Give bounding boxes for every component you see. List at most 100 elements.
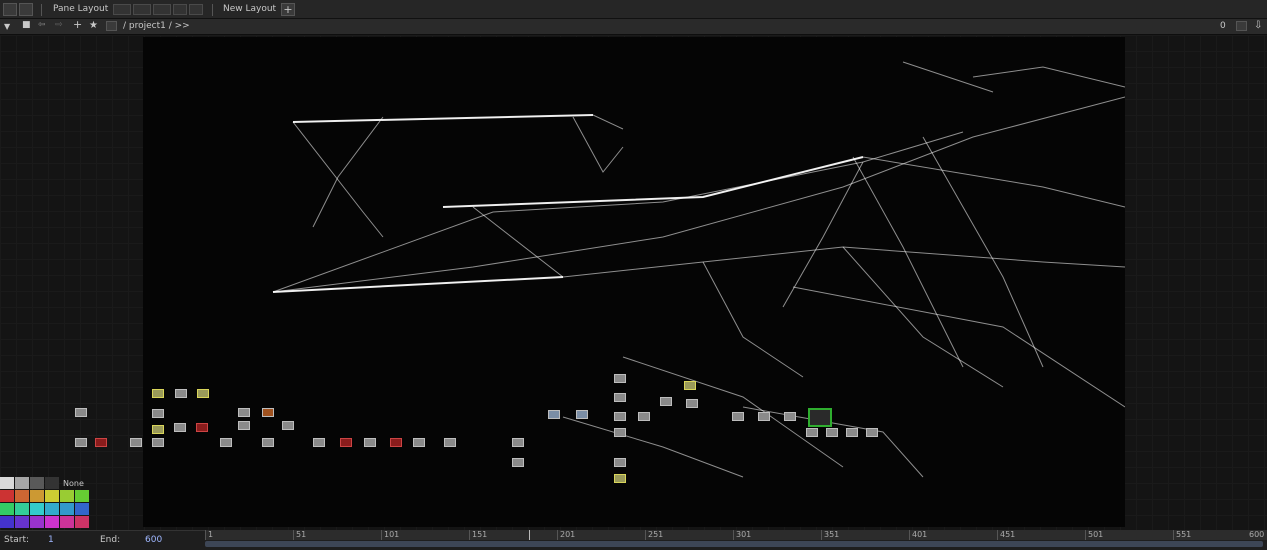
window-icon[interactable] (1236, 21, 1247, 31)
operator-node[interactable] (364, 438, 376, 447)
color-swatch[interactable] (60, 490, 74, 502)
operator-node[interactable] (444, 438, 456, 447)
color-swatch[interactable] (30, 490, 44, 502)
operator-node[interactable] (614, 412, 626, 421)
tick-label: 551 (1176, 530, 1192, 539)
color-swatch[interactable] (30, 503, 44, 515)
operator-node[interactable] (758, 412, 770, 421)
color-swatch[interactable] (75, 516, 89, 528)
color-swatch[interactable] (30, 477, 44, 489)
operator-node[interactable] (390, 438, 402, 447)
color-swatch[interactable] (0, 516, 14, 528)
back-icon[interactable]: ⇦ (38, 20, 46, 31)
forward-icon[interactable]: ⇨ (55, 20, 63, 31)
color-swatch[interactable] (15, 503, 29, 515)
network-path[interactable]: / project1 / >> (123, 21, 190, 32)
operator-node[interactable] (196, 423, 208, 432)
operator-node[interactable] (282, 421, 294, 430)
operator-node[interactable] (75, 438, 87, 447)
operator-node[interactable] (784, 412, 796, 421)
operator-node[interactable] (262, 408, 274, 417)
color-swatch[interactable] (45, 516, 59, 528)
layout-single-button[interactable] (113, 4, 131, 15)
operator-node[interactable] (614, 458, 626, 467)
layout-hsplit-button[interactable] (153, 4, 171, 15)
operator-node[interactable] (614, 474, 626, 483)
new-layout-label[interactable]: New Layout (223, 4, 276, 15)
operator-node[interactable] (262, 438, 274, 447)
start-label: Start: (4, 535, 30, 545)
operator-node[interactable] (732, 412, 744, 421)
operator-node[interactable] (220, 438, 232, 447)
anchor-icon[interactable] (19, 3, 33, 16)
operator-node[interactable] (75, 408, 87, 417)
color-swatch[interactable] (0, 477, 14, 489)
download-icon[interactable]: ⇩ (1254, 20, 1262, 31)
selected-operator-node[interactable] (808, 408, 832, 427)
operator-node[interactable] (413, 438, 425, 447)
color-swatch[interactable] (60, 516, 74, 528)
operator-node[interactable] (638, 412, 650, 421)
color-swatch[interactable] (0, 490, 14, 502)
operator-node[interactable] (152, 389, 164, 398)
operator-node[interactable] (846, 428, 858, 437)
add-icon[interactable]: + (73, 19, 82, 30)
timeline-ruler[interactable]: 1 51 101 151 201 251 301 351 401 451 501… (205, 530, 1267, 540)
viewer-panel[interactable] (143, 37, 1126, 527)
operator-node[interactable] (614, 374, 626, 383)
operator-node[interactable] (313, 438, 325, 447)
color-swatch[interactable] (15, 490, 29, 502)
color-swatch[interactable] (45, 490, 59, 502)
color-swatch[interactable] (0, 503, 14, 515)
timeline-scrollbar[interactable] (205, 541, 1263, 547)
color-palette: None (0, 477, 89, 530)
operator-node[interactable] (660, 397, 672, 406)
operator-node[interactable] (512, 458, 524, 467)
operator-node[interactable] (130, 438, 142, 447)
operator-node[interactable] (866, 428, 878, 437)
operator-node[interactable] (684, 381, 696, 390)
color-swatch[interactable] (75, 490, 89, 502)
playhead[interactable] (529, 530, 530, 540)
layout-triple-button[interactable] (173, 4, 187, 15)
operator-node[interactable] (576, 410, 588, 419)
stop-icon[interactable]: ■ (22, 20, 31, 31)
color-swatch[interactable] (45, 503, 59, 515)
image-icon[interactable] (3, 3, 17, 16)
color-swatch[interactable] (30, 516, 44, 528)
operator-node[interactable] (175, 389, 187, 398)
operator-node[interactable] (512, 438, 524, 447)
operator-node[interactable] (686, 399, 698, 408)
ruler-tick (645, 530, 646, 540)
operator-node[interactable] (197, 389, 209, 398)
operator-node[interactable] (238, 421, 250, 430)
operator-node[interactable] (238, 408, 250, 417)
color-swatch[interactable] (45, 477, 59, 489)
add-layout-button[interactable]: + (281, 3, 295, 16)
operator-node[interactable] (614, 428, 626, 437)
star-icon[interactable]: ★ (89, 20, 98, 31)
operator-node[interactable] (340, 438, 352, 447)
color-swatch[interactable] (60, 503, 74, 515)
color-swatch[interactable] (15, 477, 29, 489)
color-swatch[interactable] (15, 516, 29, 528)
start-value[interactable]: 1 (48, 535, 54, 546)
operator-node[interactable] (152, 425, 164, 434)
route-line (272, 131, 964, 293)
home-icon[interactable] (106, 21, 117, 31)
operator-node[interactable] (95, 438, 107, 447)
dropdown-icon[interactable]: ▼ (4, 21, 10, 32)
end-value[interactable]: 600 (145, 535, 162, 546)
none-label[interactable]: None (63, 478, 84, 489)
color-swatch[interactable] (75, 503, 89, 515)
operator-node[interactable] (548, 410, 560, 419)
operator-node[interactable] (806, 428, 818, 437)
operator-node[interactable] (152, 409, 164, 418)
layout-quad-button[interactable] (189, 4, 203, 15)
operator-node[interactable] (174, 423, 186, 432)
operator-node[interactable] (826, 428, 838, 437)
layout-split-button[interactable] (133, 4, 151, 15)
operator-node[interactable] (614, 393, 626, 402)
operator-node[interactable] (152, 438, 164, 447)
tick-label: 401 (912, 530, 928, 539)
